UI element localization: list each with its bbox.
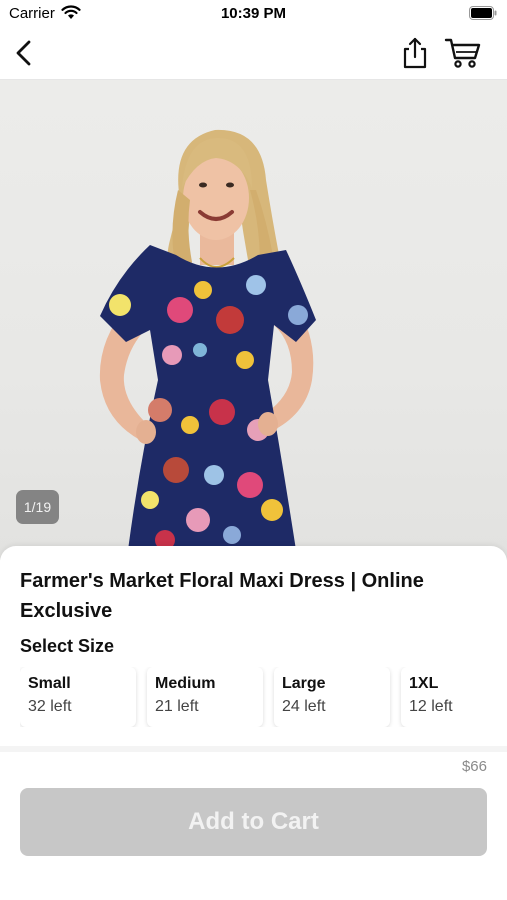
size-stock: 12 left xyxy=(409,698,453,715)
size-name: Small xyxy=(28,675,71,692)
product-photo-illustration xyxy=(99,129,316,550)
size-name: 1XL xyxy=(409,675,439,692)
product-title: Farmer's Market Floral Maxi Dress | Onli… xyxy=(20,570,424,622)
size-stock: 24 left xyxy=(282,698,326,715)
size-name: Large xyxy=(282,675,326,692)
size-option-small[interactable]: Small 32 left xyxy=(20,667,136,727)
section-divider xyxy=(0,746,507,752)
size-option-medium[interactable]: Medium 21 left xyxy=(147,667,263,727)
nav-bar xyxy=(0,28,507,80)
share-button[interactable] xyxy=(400,36,430,70)
add-to-cart-button[interactable]: Add to Cart xyxy=(20,788,487,856)
size-stock: 21 left xyxy=(155,698,199,715)
product-details-sheet: Farmer's Market Floral Maxi Dress | Onli… xyxy=(0,546,507,900)
size-option-1xl[interactable]: 1XL 12 left xyxy=(401,667,507,727)
image-counter: 1/19 xyxy=(16,490,59,524)
share-icon xyxy=(403,37,427,69)
battery-icon xyxy=(469,6,497,25)
back-button[interactable] xyxy=(10,38,40,68)
clock: 10:39 PM xyxy=(220,5,287,22)
product-image[interactable] xyxy=(0,80,507,560)
cart-button[interactable] xyxy=(444,36,482,70)
chevron-left-icon xyxy=(16,40,31,66)
size-option-large[interactable]: Large 24 left xyxy=(274,667,390,727)
status-bar: Carrier 10:39 PM xyxy=(0,0,507,28)
size-stock: 32 left xyxy=(28,698,72,715)
price-label: $66 xyxy=(461,758,487,775)
size-name: Medium xyxy=(155,675,216,692)
cart-icon xyxy=(444,38,481,68)
select-size-heading: Select Size xyxy=(20,636,115,656)
size-options: Small 32 left Medium 21 left Large 24 le… xyxy=(20,667,507,727)
